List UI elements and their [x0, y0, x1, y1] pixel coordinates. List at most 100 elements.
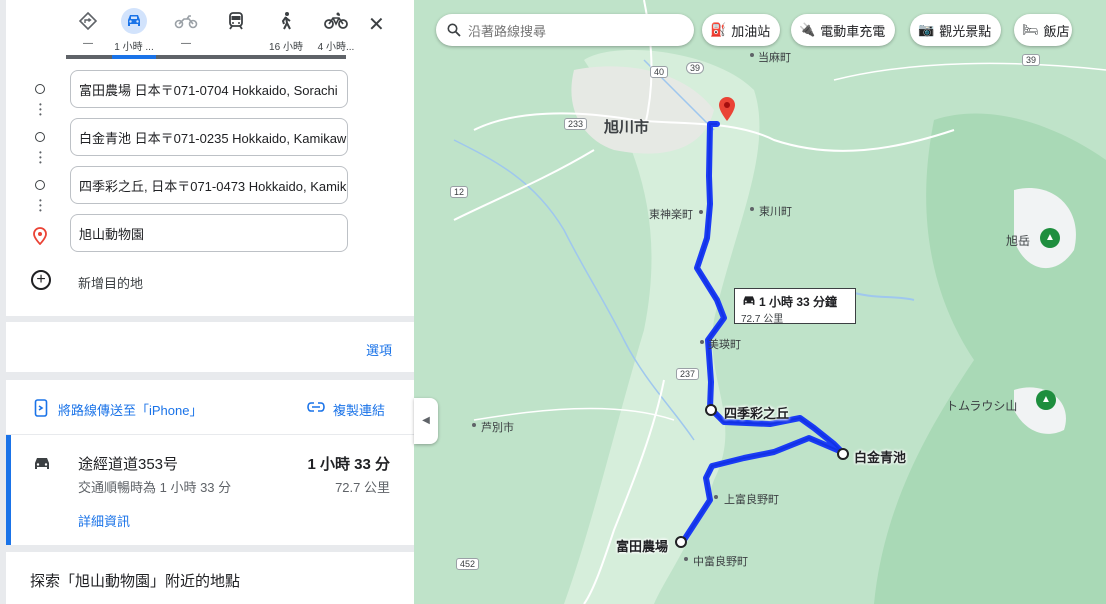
route-card[interactable]: 途經道道353号 1 小時 33 分 交通順暢時為 1 小時 33 分 72.7…	[6, 434, 414, 545]
options-card: 選項	[6, 322, 414, 372]
chip-gas-station-label: 加油站	[731, 23, 771, 39]
car-icon	[121, 8, 147, 34]
map-label-shikisai: 四季彩之丘	[724, 406, 790, 421]
map-label-ashibetsu: 芦別市	[481, 422, 514, 434]
chip-hotels[interactable]: 🛏 飯店	[1014, 14, 1072, 46]
mode-indicator-active	[112, 55, 156, 59]
search-along-route[interactable]	[436, 14, 694, 48]
link-icon	[307, 402, 325, 412]
phone-send-icon	[34, 399, 48, 417]
stop-1-input[interactable]: 富田農場 日本〒071-0704 Hokkaido, Sorachi	[70, 70, 348, 108]
ev-charging-icon: 🔌	[799, 22, 816, 37]
stop-3-text: 四季彩之丘, 日本〒071-0473 Hokkaido, Kamikawa	[79, 178, 348, 194]
chevron-left-icon: ◀	[422, 415, 430, 426]
map-label-tomuraushi: トムラウシ山	[946, 399, 1018, 413]
camera-icon: 📷	[918, 22, 935, 37]
chip-attractions-label: 觀光景點	[939, 23, 992, 39]
motorcycle-icon	[173, 8, 199, 34]
stop-2-input[interactable]: 白金青池 日本〒071-0235 Hokkaido, Kamikawa	[70, 118, 348, 156]
stop-1-text: 富田農場 日本〒071-0704 Hokkaido, Sorachi	[79, 82, 338, 98]
mode-transit[interactable]	[214, 8, 258, 56]
chip-ev-charging[interactable]: 🔌 電動車充電	[791, 14, 896, 46]
share-card: 將路線傳送至「iPhone」 複製連結	[6, 380, 414, 434]
map-label-nakafurano: 中富良野町	[693, 556, 748, 568]
close-icon[interactable]: ✕	[368, 12, 385, 37]
route-via: 途經道道353号	[78, 456, 179, 473]
mode-walking-label: 16 小時	[269, 42, 303, 53]
route-info-box[interactable]: 1 小時 33 分鐘 72.7 公里	[734, 288, 856, 325]
vertical-dots-icon: • • •	[39, 196, 42, 215]
route-selected-bar	[6, 435, 11, 545]
destination-marker-icon[interactable]	[718, 96, 736, 122]
search-along-route-input[interactable]	[466, 14, 690, 48]
bicycle-icon	[323, 8, 349, 34]
add-destination-icon[interactable]: +	[31, 270, 51, 290]
mountain-peak-icon: ▲	[1040, 228, 1060, 248]
directions-panel: — 1 小時 ... — 16 小時 4 小時... ✕ • • • 富田農場 …	[0, 0, 414, 604]
destination-pin-icon	[33, 227, 47, 245]
stop-2-text: 白金青池 日本〒071-0235 Hokkaido, Kamikawa	[79, 130, 348, 146]
road-shield: 40	[650, 66, 669, 78]
mode-best[interactable]: —	[66, 8, 110, 56]
stop-origin-icon	[35, 84, 45, 94]
car-icon	[35, 458, 49, 469]
route-duration: 1 小時 33 分	[307, 456, 390, 473]
mode-driving-label: 1 小時 ...	[114, 42, 154, 53]
chip-gas-station[interactable]: ⛽ 加油站	[702, 14, 781, 46]
stop-4-input[interactable]: 旭山動物園	[70, 214, 348, 252]
route-distance: 72.7 公里	[335, 480, 390, 495]
map-label-farm-tomita: 富田農場	[616, 539, 669, 554]
map-label-higashikagura: 東神楽町	[649, 209, 693, 221]
map-label-higashikawa: 東川町	[759, 206, 792, 218]
mode-best-label: —	[83, 38, 93, 49]
road-shield: 452	[456, 558, 480, 570]
walk-icon	[273, 8, 299, 34]
travel-mode-bar: — 1 小時 ... — 16 小時 4 小時...	[66, 8, 414, 60]
map-label-blue-pond: 白金青池	[854, 450, 907, 465]
search-icon	[447, 23, 461, 37]
stop-3-input[interactable]: 四季彩之丘, 日本〒071-0473 Hokkaido, Kamikawa	[70, 166, 348, 204]
route-details-link[interactable]: 詳細資訊	[78, 511, 130, 530]
mode-motorcycle[interactable]: —	[164, 8, 208, 56]
mode-motorcycle-label: —	[181, 38, 191, 49]
chip-ev-charging-label: 電動車充電	[820, 23, 886, 39]
send-to-phone-button[interactable]: 將路線傳送至「iPhone」	[58, 400, 202, 419]
bed-icon: 🛏	[1022, 22, 1039, 37]
route-traffic-note: 交通順暢時為 1 小時 33 分	[78, 480, 232, 495]
copy-link-button[interactable]: 複製連結	[333, 400, 385, 419]
stop-waypoint-icon	[35, 132, 45, 142]
stop-waypoint-icon	[35, 180, 45, 190]
explore-title: 探索「旭山動物園」附近的地點	[30, 573, 241, 590]
chip-attractions[interactable]: 📷 觀光景點	[910, 14, 1002, 46]
stop-4-text: 旭山動物園	[79, 226, 145, 242]
add-destination-button[interactable]: 新增目的地	[78, 273, 143, 292]
vertical-dots-icon: • • •	[39, 100, 42, 119]
collapse-panel-button[interactable]: ◀	[414, 398, 438, 444]
map-label-kamifurano: 上富良野町	[724, 494, 779, 506]
mode-cycling-label: 4 小時...	[317, 42, 355, 53]
diamond-arrow-icon	[75, 8, 101, 34]
vertical-dots-icon: • • •	[39, 148, 42, 167]
chip-hotels-label: 飯店	[1043, 23, 1070, 39]
mode-cycling[interactable]: 4 小時...	[314, 8, 358, 56]
road-shield: 39	[686, 62, 705, 74]
gas-station-icon: ⛽	[710, 22, 727, 37]
mode-walking[interactable]: 16 小時	[264, 8, 308, 56]
route-info-distance: 72.7 公里	[741, 314, 784, 325]
car-icon	[743, 296, 755, 305]
train-icon	[223, 8, 249, 34]
map-label-asahikawa: 旭川市	[604, 119, 650, 136]
map-label-biei: 美瑛町	[708, 339, 741, 351]
map-label-asahidake: 旭岳	[1006, 234, 1031, 248]
road-shield: 39	[1022, 54, 1041, 66]
route-info-duration: 1 小時 33 分鐘	[759, 295, 838, 309]
road-shield: 12	[450, 186, 469, 198]
road-shield: 233	[564, 118, 588, 130]
mode-driving[interactable]: 1 小時 ...	[112, 8, 156, 56]
road-shield: 237	[676, 368, 700, 380]
mountain-peak-icon: ▲	[1036, 390, 1056, 410]
mode-indicator	[66, 55, 346, 59]
map-label-tomamae: 当麻町	[758, 52, 791, 64]
options-button[interactable]: 選項	[366, 340, 392, 359]
explore-card: 探索「旭山動物園」附近的地點	[6, 552, 414, 604]
